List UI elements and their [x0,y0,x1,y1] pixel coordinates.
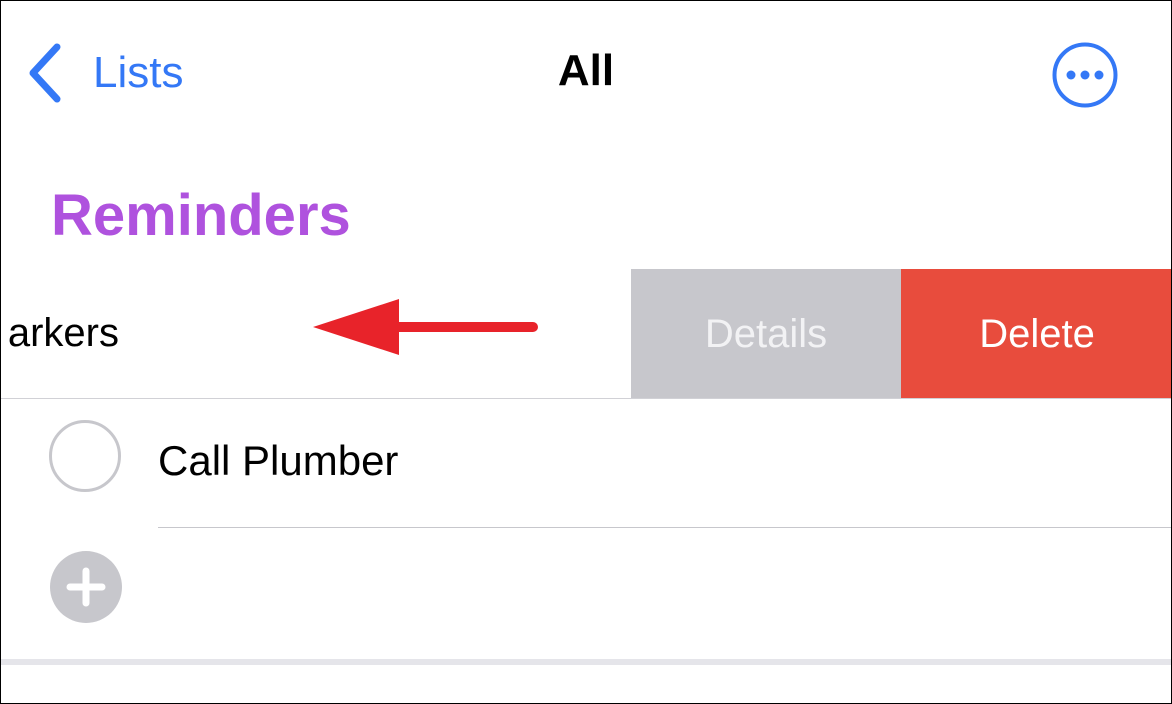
reminders-screen: Lists All Reminders arkers Details Delet… [0,0,1172,704]
reminder-checkbox[interactable] [49,420,121,492]
reminder-row[interactable]: Call Plumber [1,399,1171,527]
plus-circle-icon [50,551,122,623]
row-divider [158,527,1171,528]
reminder-title[interactable]: Call Plumber [158,440,398,482]
details-button[interactable]: Details [631,269,901,399]
add-reminder-button[interactable] [50,551,122,623]
swiped-reminder-row[interactable]: arkers Details Delete [1,269,1171,399]
swiped-row-title: arkers [7,311,119,355]
page-title: All [557,46,615,95]
section-title: Reminders [51,183,351,248]
section-separator [1,659,1171,665]
red-arrow-left-icon [311,297,541,362]
more-options-button[interactable] [1051,41,1119,109]
delete-button[interactable]: Delete [901,269,1171,399]
ellipsis-circle-icon [1051,41,1119,109]
